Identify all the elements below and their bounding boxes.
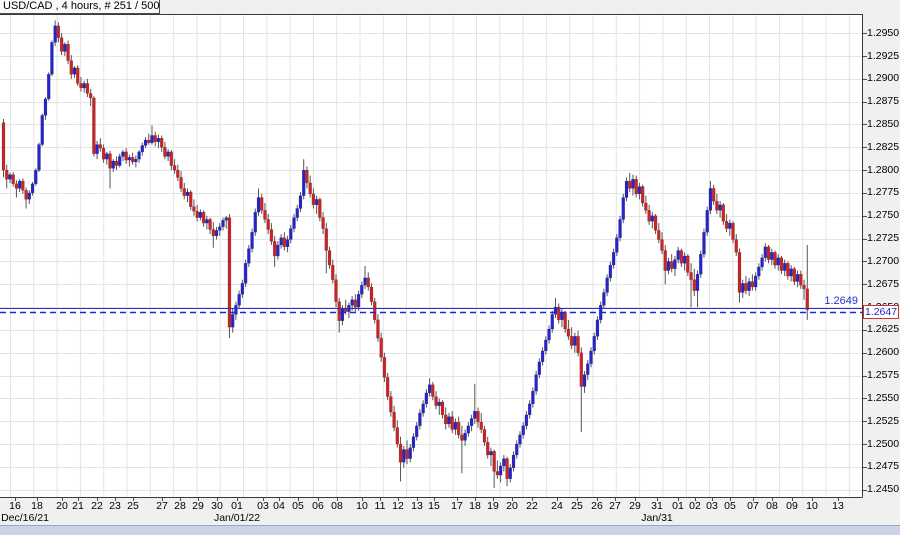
chart-title: USD/CAD , 4 hours, # 251 / 500 <box>0 0 160 14</box>
time-axis-label: 25 <box>127 500 139 512</box>
time-axis-label: 27 <box>609 500 621 512</box>
price-axis-label: 1.2575 <box>867 369 900 382</box>
time-axis-label: 26 <box>591 500 603 512</box>
time-axis-label: 13 <box>411 500 423 512</box>
time-axis-label: 29 <box>192 500 204 512</box>
price-axis-label: 1.2725 <box>867 232 900 245</box>
time-axis-label: 20 <box>506 500 518 512</box>
time-axis-label: 20 <box>56 500 68 512</box>
price-axis-label: 1.2600 <box>867 346 900 359</box>
month-axis-label: Jan/31 <box>641 512 673 524</box>
price-axis-label: 1.2500 <box>867 437 900 450</box>
price-axis-label: 1.2700 <box>867 254 900 267</box>
time-axis-label: 03 <box>257 500 269 512</box>
time-axis-label: 09 <box>786 500 798 512</box>
chart-window: USD/CAD , 4 hours, # 251 / 500 1.2950 1.2… <box>0 0 900 535</box>
time-axis-label: 02 <box>689 500 701 512</box>
price-axis-label: 1.2625 <box>867 323 900 336</box>
window-bottom-bar <box>0 525 900 535</box>
time-axis-label: 16 <box>9 500 21 512</box>
time-axis-label: 31 <box>651 500 663 512</box>
price-axis-label: 1.2900 <box>867 72 900 85</box>
time-axis-label: 30 <box>211 500 223 512</box>
price-axis-label: 1.2525 <box>867 414 900 427</box>
time-axis-label: 10 <box>356 500 368 512</box>
price-axis-label: 1.2925 <box>867 49 900 62</box>
price-axis-label: 1.2475 <box>867 460 900 473</box>
time-axis-label: 08 <box>331 500 343 512</box>
price-axis-label: 1.2450 <box>867 483 900 496</box>
time-axis-label: 23 <box>109 500 121 512</box>
time-axis-label: 21 <box>72 500 84 512</box>
price-axis-label: 1.2800 <box>867 163 900 176</box>
chart-title-text: USD/CAD , 4 hours, # 251 / 500 <box>3 0 160 12</box>
time-axis-label: 04 <box>273 500 285 512</box>
time-axis-label: 15 <box>428 500 440 512</box>
current-price-label: 1.2647 <box>863 304 899 319</box>
price-chart-svg[interactable] <box>0 0 900 535</box>
price-axis-label: 1.2675 <box>867 277 900 290</box>
time-axis-label: 07 <box>747 500 759 512</box>
time-axis-label: 08 <box>766 500 778 512</box>
month-axis-label: Dec/16/21 <box>1 512 49 524</box>
time-axis-label: 01 <box>231 500 243 512</box>
price-axis-label: 1.2875 <box>867 95 900 108</box>
time-axis-label: 22 <box>526 500 538 512</box>
time-axis-label: 18 <box>469 500 481 512</box>
price-level-label: 1.2649 <box>824 295 858 307</box>
time-axis-label: 05 <box>292 500 304 512</box>
price-axis-label: 1.2950 <box>867 26 900 39</box>
price-axis-label: 1.2850 <box>867 117 900 130</box>
time-axis-label: 29 <box>629 500 641 512</box>
time-axis-label: 06 <box>312 500 324 512</box>
time-axis-label: 28 <box>174 500 186 512</box>
time-axis-label: 13 <box>832 500 844 512</box>
time-axis-label: 27 <box>156 500 168 512</box>
time-axis-label: 24 <box>551 500 563 512</box>
time-axis-label: 17 <box>451 500 463 512</box>
time-axis-label: 12 <box>392 500 404 512</box>
time-axis-label: 05 <box>724 500 736 512</box>
time-axis-label: 18 <box>31 500 43 512</box>
price-axis-label: 1.2775 <box>867 186 900 199</box>
price-axis-label: 1.2825 <box>867 140 900 153</box>
time-axis-label: 01 <box>672 500 684 512</box>
time-axis-label: 11 <box>374 500 386 512</box>
time-axis-label: 19 <box>487 500 499 512</box>
time-axis-label: 10 <box>806 500 818 512</box>
time-axis-label: 03 <box>706 500 718 512</box>
price-axis-label: 1.2750 <box>867 209 900 222</box>
price-axis-label: 1.2550 <box>867 391 900 404</box>
month-axis-label: Jan/01/22 <box>213 512 261 524</box>
time-axis-label: 22 <box>91 500 103 512</box>
time-axis-label: 25 <box>571 500 583 512</box>
